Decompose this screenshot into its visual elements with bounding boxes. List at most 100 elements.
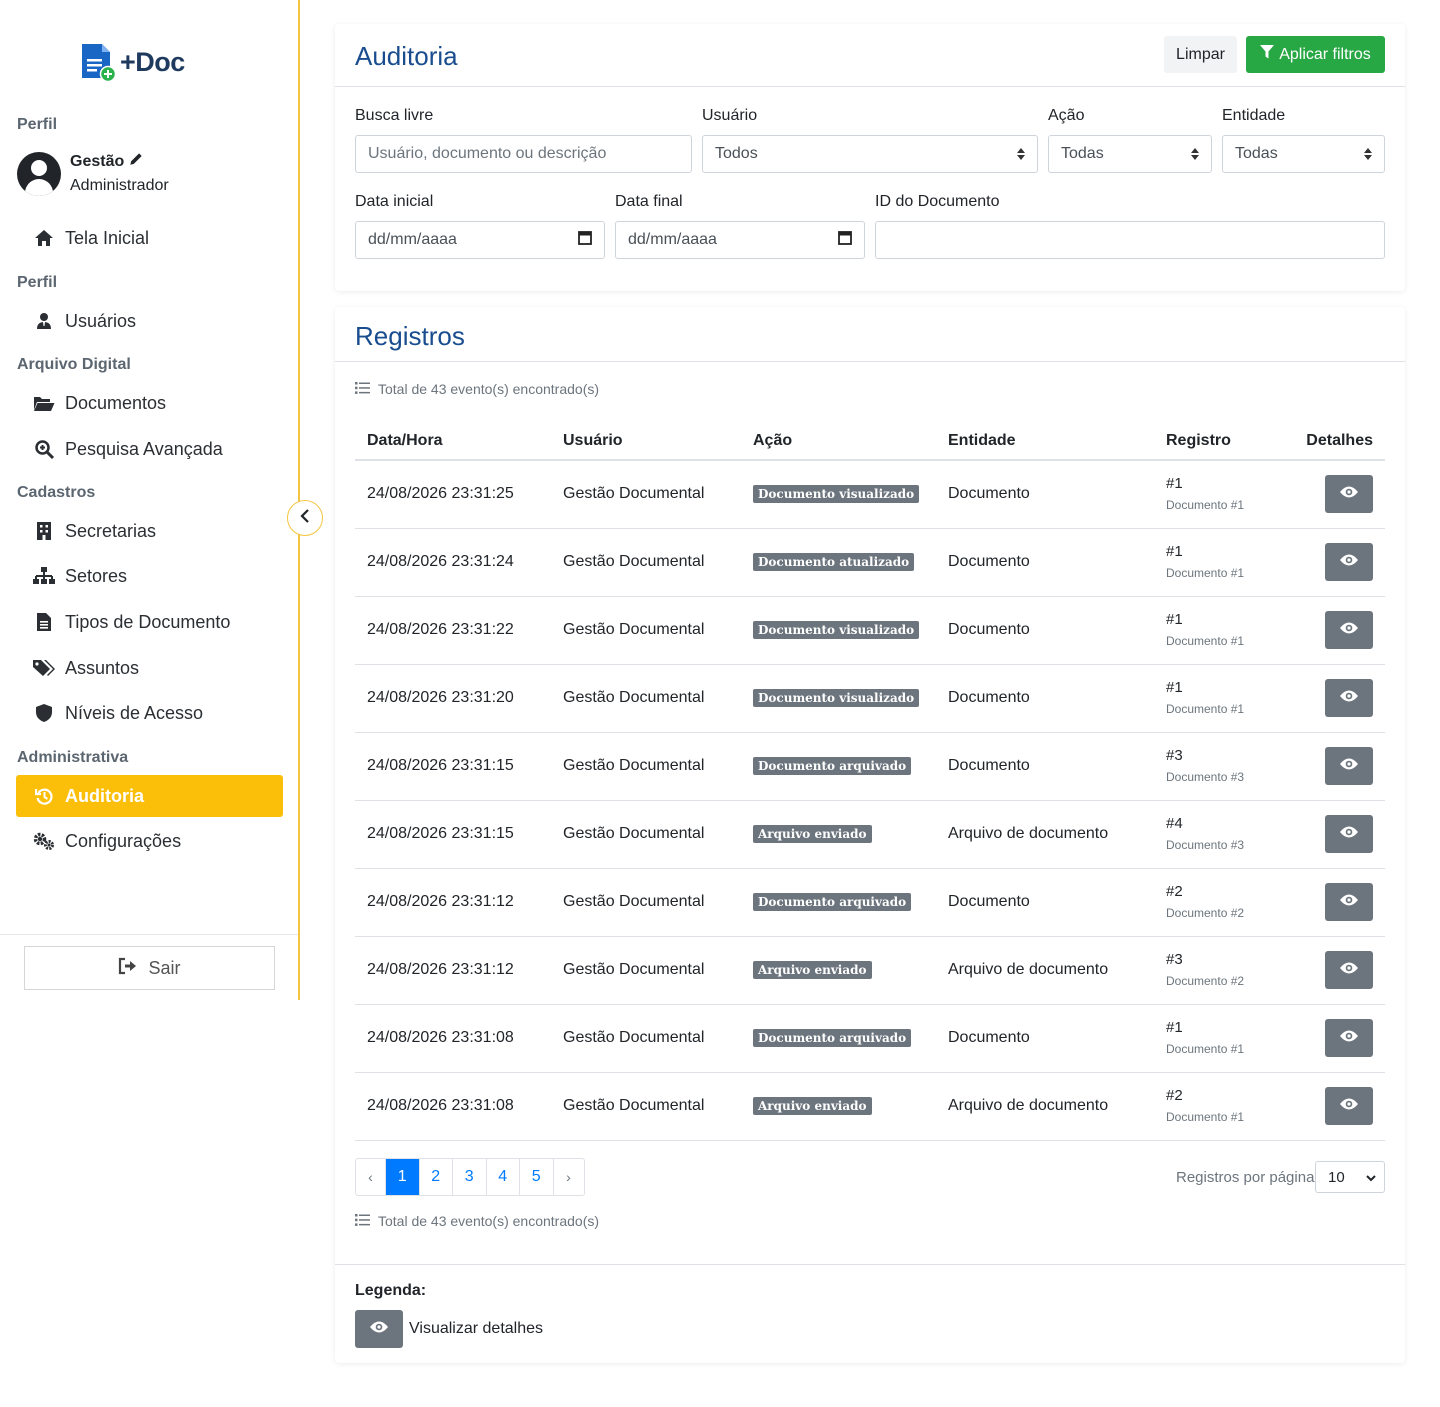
clear-filters-button[interactable]: Limpar	[1164, 36, 1237, 73]
file-alt-icon	[33, 611, 55, 633]
page-prev[interactable]: ‹	[356, 1159, 386, 1195]
view-details-button[interactable]	[1325, 883, 1373, 921]
cell-registro: #1 Documento #1	[1154, 460, 1284, 529]
action-badge: Documento visualizado	[753, 621, 920, 639]
registro-number: #3	[1166, 747, 1183, 764]
table-row: 24/08/2026 23:31:15 Gestão Documental Ar…	[355, 800, 1385, 869]
home-icon	[33, 227, 55, 249]
view-details-button[interactable]	[1325, 747, 1373, 785]
cell-entity: Arquivo de documento	[936, 800, 1154, 869]
sidebar-divider	[0, 934, 298, 935]
busca-placeholder: Usuário, documento ou descrição	[368, 145, 607, 162]
cell-user: Gestão Documental	[551, 732, 741, 801]
data-inicial-input[interactable]: dd/mm/aaaa	[355, 221, 605, 259]
col-action: Ação	[741, 422, 936, 461]
nav-configuracoes[interactable]: Configurações	[16, 820, 283, 862]
entidade-label: Entidade	[1222, 107, 1286, 124]
cell-datetime: 24/08/2026 23:31:08	[355, 1004, 551, 1073]
per-page-select[interactable]: 10	[1315, 1161, 1385, 1193]
nav-users[interactable]: Usuários	[16, 300, 283, 342]
data-final-placeholder: dd/mm/aaaa	[628, 231, 717, 248]
calendar-icon[interactable]	[838, 230, 852, 250]
nav-tipos-documento-label: Tipos de Documento	[65, 611, 231, 632]
logo[interactable]: +Doc	[80, 42, 185, 83]
apply-filters-button[interactable]: Aplicar filtros	[1246, 36, 1385, 73]
cell-action: Arquivo enviado	[741, 1072, 936, 1141]
page-2[interactable]: 2	[420, 1159, 453, 1195]
nav-setores[interactable]: Setores	[16, 555, 283, 597]
table-row: 24/08/2026 23:31:12 Gestão Documental Ar…	[355, 936, 1385, 1005]
table-row: 24/08/2026 23:31:08 Gestão Documental Do…	[355, 1004, 1385, 1073]
logo-text: +Doc	[120, 46, 185, 77]
sitemap-icon	[33, 565, 55, 587]
shield-icon	[33, 702, 55, 724]
cell-details	[1284, 1072, 1385, 1141]
acao-select[interactable]: Todas	[1048, 135, 1212, 173]
sort-icon	[1191, 148, 1199, 160]
busca-input[interactable]: Usuário, documento ou descrição	[355, 135, 692, 173]
cell-entity: Documento	[936, 868, 1154, 937]
page-4[interactable]: 4	[487, 1159, 520, 1195]
table-row: 24/08/2026 23:31:25 Gestão Documental Do…	[355, 460, 1385, 529]
nav-secretarias[interactable]: Secretarias	[16, 510, 283, 552]
per-page-value: 10	[1328, 1168, 1345, 1186]
registro-document: Documento #1	[1166, 1110, 1245, 1124]
action-badge: Documento visualizado	[753, 485, 920, 504]
per-page-label: Registros por página	[1176, 1169, 1315, 1186]
cell-action: Documento arquivado	[741, 868, 936, 937]
view-details-button[interactable]	[1325, 611, 1373, 649]
total-count-bottom: Total de 43 evento(s) encontrado(s)	[355, 1213, 599, 1229]
view-details-button[interactable]	[1325, 951, 1373, 989]
data-final-input[interactable]: dd/mm/aaaa	[615, 221, 865, 259]
usuario-label: Usuário	[702, 107, 758, 124]
filters-card: Auditoria Limpar Aplicar filtros Busca l…	[335, 24, 1405, 291]
logout-button[interactable]: Sair	[24, 946, 275, 990]
collapse-sidebar-button[interactable]	[287, 500, 323, 536]
eye-icon	[1339, 893, 1359, 912]
apply-filters-label: Aplicar filtros	[1279, 45, 1371, 63]
nav-auditoria[interactable]: Auditoria	[16, 775, 283, 817]
col-datetime: Data/Hora	[355, 422, 551, 461]
entidade-select[interactable]: Todas	[1222, 135, 1385, 173]
page-5[interactable]: 5	[520, 1159, 554, 1195]
nav-home[interactable]: Tela Inicial	[16, 217, 283, 259]
cell-details	[1284, 1004, 1385, 1073]
pagination: ‹ 1 2 3 4 5 ›	[355, 1158, 585, 1196]
table-row: 24/08/2026 23:31:08 Gestão Documental Ar…	[355, 1072, 1385, 1141]
user-tie-icon	[33, 310, 55, 332]
data-inicial-label: Data inicial	[355, 193, 434, 210]
view-details-button[interactable]	[1325, 1019, 1373, 1057]
data-inicial-placeholder: dd/mm/aaaa	[368, 231, 457, 248]
nav-niveis-acesso[interactable]: Níveis de Acesso	[16, 692, 283, 734]
logout-label: Sair	[148, 957, 181, 978]
cell-datetime: 24/08/2026 23:31:15	[355, 800, 551, 869]
view-details-button[interactable]	[1325, 679, 1373, 717]
view-details-button[interactable]	[1325, 543, 1373, 581]
calendar-icon[interactable]	[578, 230, 592, 250]
view-details-button[interactable]	[1325, 815, 1373, 853]
cell-details	[1284, 664, 1385, 733]
id-doc-input[interactable]	[875, 221, 1385, 259]
user-profile: Gestão Administrador	[17, 150, 169, 198]
registro-number: #1	[1166, 679, 1183, 696]
cell-entity: Arquivo de documento	[936, 1072, 1154, 1141]
nav-tipos-documento[interactable]: Tipos de Documento	[16, 601, 283, 643]
sort-icon	[1017, 148, 1025, 160]
page-1[interactable]: 1	[386, 1159, 420, 1195]
registro-document: Documento #2	[1166, 906, 1245, 920]
view-details-button[interactable]	[1325, 1087, 1373, 1125]
legend-item-label: Visualizar detalhes	[409, 1320, 544, 1337]
cell-datetime: 24/08/2026 23:31:12	[355, 868, 551, 937]
page-3[interactable]: 3	[453, 1159, 487, 1195]
usuario-select[interactable]: Todos	[702, 135, 1038, 173]
view-details-button[interactable]	[1325, 475, 1373, 514]
cell-user: Gestão Documental	[551, 1072, 741, 1141]
nav-users-label: Usuários	[65, 310, 137, 331]
nav-documents[interactable]: Documentos	[16, 382, 283, 424]
page-next[interactable]: ›	[554, 1159, 584, 1195]
nav-assuntos[interactable]: Assuntos	[16, 647, 283, 689]
nav-advanced-search[interactable]: Pesquisa Avançada	[16, 428, 283, 470]
usuario-value: Todos	[715, 145, 758, 162]
pencil-icon[interactable]	[129, 150, 143, 174]
cell-user: Gestão Documental	[551, 528, 741, 597]
